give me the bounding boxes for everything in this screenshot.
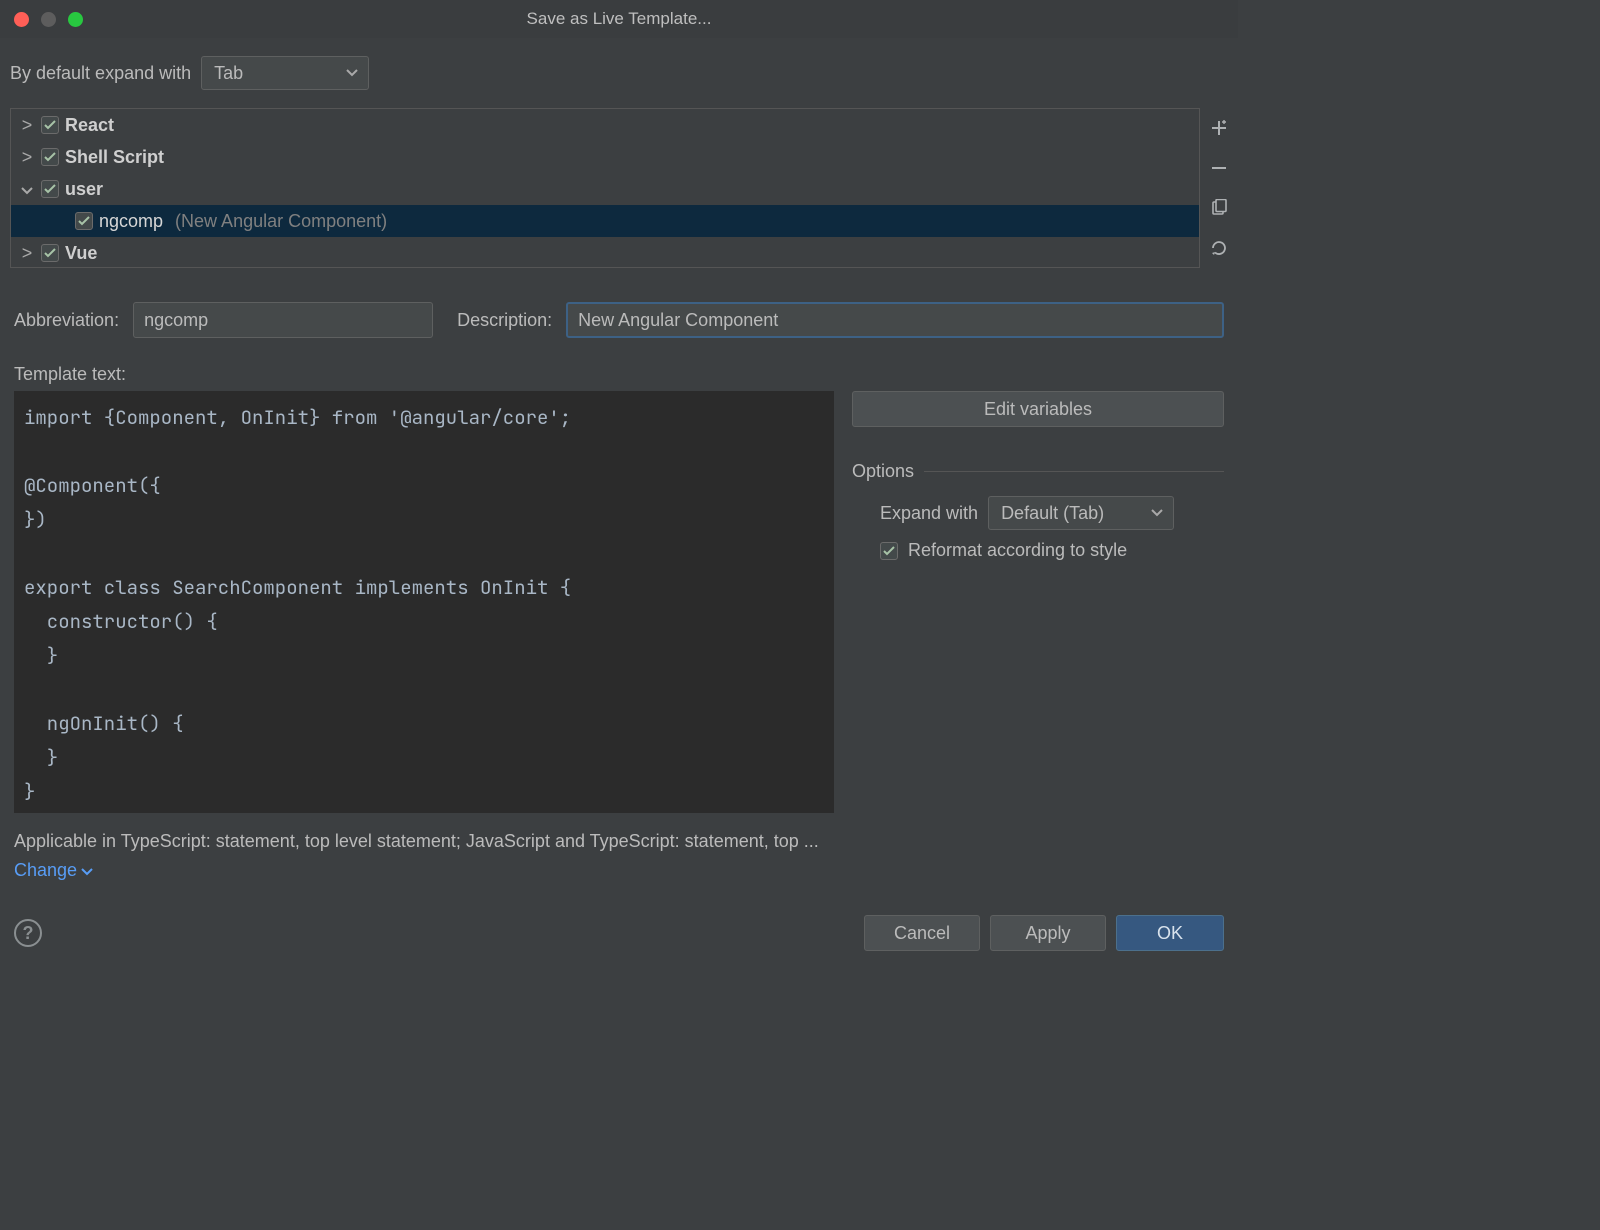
- remove-icon[interactable]: [1207, 156, 1231, 180]
- reformat-label: Reformat according to style: [908, 540, 1127, 561]
- tree-label: user: [65, 179, 103, 200]
- description-label: Description:: [457, 310, 552, 331]
- tree-row-user[interactable]: user: [11, 173, 1199, 205]
- expand-with-select[interactable]: Default (Tab): [988, 496, 1174, 530]
- help-button[interactable]: ?: [14, 919, 42, 947]
- tree-row-react[interactable]: > React: [11, 109, 1199, 141]
- options-group-label: Options: [852, 461, 1224, 482]
- chevron-right-icon[interactable]: >: [19, 115, 35, 136]
- tree-row-ngcomp[interactable]: ngcomp (New Angular Component): [11, 205, 1199, 237]
- copy-icon[interactable]: [1207, 196, 1231, 220]
- checkbox[interactable]: [41, 148, 59, 166]
- titlebar: Save as Live Template...: [0, 0, 1238, 38]
- window-controls: [14, 12, 83, 27]
- checkbox[interactable]: [41, 116, 59, 134]
- change-contexts-link[interactable]: Change: [14, 860, 93, 881]
- dialog-footer: ? Cancel Apply OK: [0, 904, 1238, 962]
- chevron-right-icon[interactable]: >: [19, 243, 35, 264]
- tree-label: ngcomp: [99, 211, 163, 232]
- add-icon[interactable]: [1207, 116, 1231, 140]
- tree-label: Shell Script: [65, 147, 164, 168]
- chevron-down-icon: [346, 69, 358, 77]
- abbreviation-input[interactable]: ngcomp: [133, 302, 433, 338]
- template-group-tree[interactable]: > React > Shell Script u: [10, 108, 1200, 268]
- template-text-editor[interactable]: import {Component, OnInit} from '@angula…: [14, 391, 834, 813]
- template-text-label: Template text:: [14, 364, 1224, 385]
- tree-label: React: [65, 115, 114, 136]
- chevron-down-icon: [1151, 509, 1163, 517]
- expand-with-label: Expand with: [880, 503, 978, 524]
- default-expand-label: By default expand with: [10, 63, 191, 84]
- reformat-checkbox[interactable]: [880, 542, 898, 560]
- tree-desc: (New Angular Component): [175, 211, 387, 232]
- tree-toolbar: [1200, 104, 1238, 272]
- edit-variables-button[interactable]: Edit variables: [852, 391, 1224, 427]
- chevron-right-icon[interactable]: >: [19, 147, 35, 168]
- ok-button[interactable]: OK: [1116, 915, 1224, 951]
- description-input[interactable]: New Angular Component: [566, 302, 1224, 338]
- tree-label: Vue: [65, 243, 97, 264]
- tree-row-shell-script[interactable]: > Shell Script: [11, 141, 1199, 173]
- chevron-down-icon[interactable]: [19, 179, 35, 200]
- chevron-down-icon: [81, 860, 93, 881]
- default-expand-value: Tab: [214, 63, 243, 84]
- close-window-icon[interactable]: [14, 12, 29, 27]
- window-title: Save as Live Template...: [527, 9, 712, 29]
- maximize-window-icon[interactable]: [68, 12, 83, 27]
- checkbox[interactable]: [41, 244, 59, 262]
- tree-row-vue[interactable]: > Vue: [11, 237, 1199, 268]
- default-expand-select[interactable]: Tab: [201, 56, 369, 90]
- cancel-button[interactable]: Cancel: [864, 915, 980, 951]
- minimize-window-icon[interactable]: [41, 12, 56, 27]
- checkbox[interactable]: [75, 212, 93, 230]
- checkbox[interactable]: [41, 180, 59, 198]
- revert-icon[interactable]: [1207, 236, 1231, 260]
- applicable-contexts-text: Applicable in TypeScript: statement, top…: [14, 831, 1224, 852]
- apply-button[interactable]: Apply: [990, 915, 1106, 951]
- abbreviation-label: Abbreviation:: [14, 310, 119, 331]
